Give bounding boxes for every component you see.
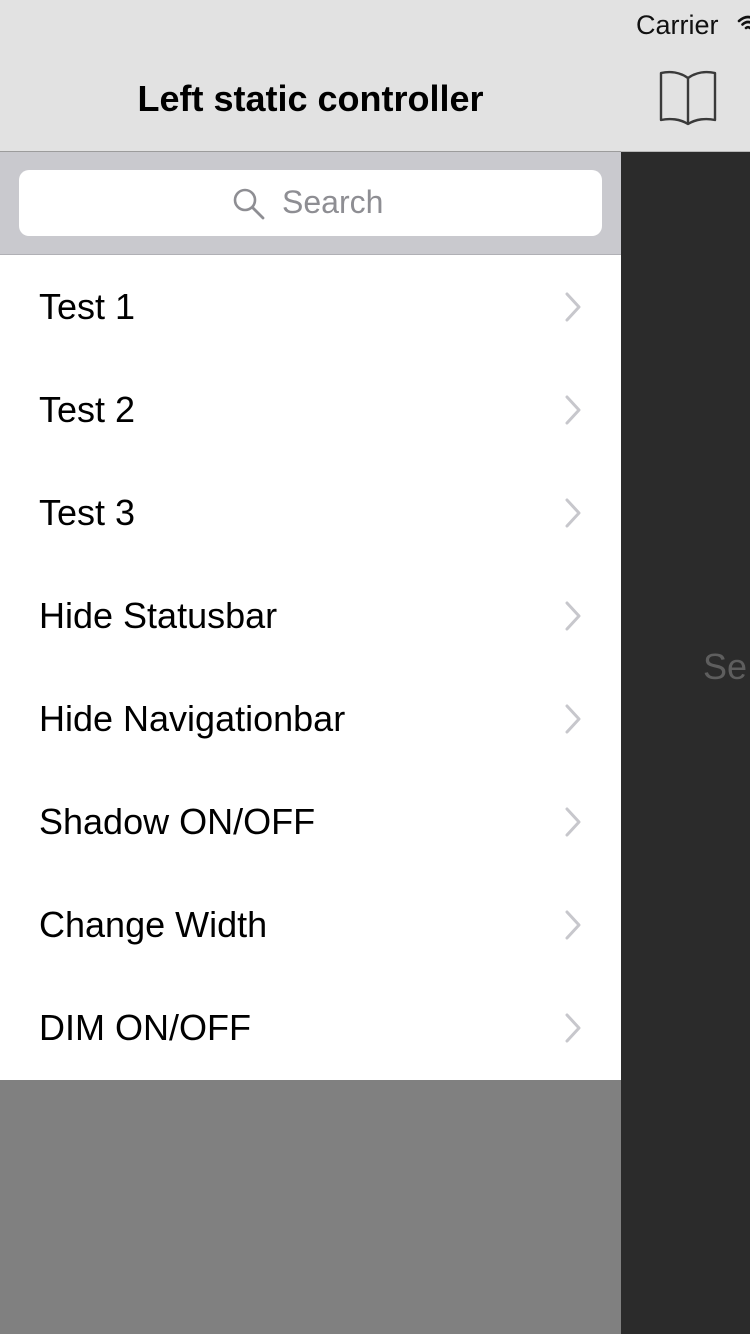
left-menu-panel: Left static controller Search Test 1 Tes… (0, 0, 621, 1334)
chevron-right-icon (565, 1013, 581, 1043)
main-navigation-bar (621, 52, 750, 152)
search-bar: Search (0, 152, 621, 255)
chevron-right-icon (565, 395, 581, 425)
menu-item-label: Change Width (39, 904, 268, 945)
chevron-right-icon (565, 498, 581, 528)
search-icon (233, 188, 265, 220)
chevron-right-icon (565, 704, 581, 734)
menu-item-test-1[interactable]: Test 1 (0, 255, 621, 358)
menu-item-label: Shadow ON/OFF (39, 801, 316, 842)
menu-item-label: Test 3 (39, 492, 136, 533)
menu-item-label: Hide Navigationbar (39, 698, 346, 739)
chevron-right-icon (565, 292, 581, 322)
menu-item-label: Test 2 (39, 389, 136, 430)
menu-item-hide-navigationbar[interactable]: Hide Navigationbar (0, 667, 621, 770)
chevron-right-icon (565, 807, 581, 837)
wifi-icon (737, 15, 750, 30)
search-input[interactable]: Search (19, 170, 602, 236)
menu-item-test-3[interactable]: Test 3 (0, 461, 621, 564)
menu-item-change-width[interactable]: Change Width (0, 873, 621, 976)
main-hint-text: Se (703, 646, 748, 687)
menu-item-test-2[interactable]: Test 2 (0, 358, 621, 461)
menu-list: Test 1 Test 2 Test 3 Hide Statusbar Hide… (0, 255, 621, 1080)
menu-item-dim-toggle[interactable]: DIM ON/OFF (0, 976, 621, 1079)
left-navigation-bar: Left static controller (0, 0, 621, 152)
menu-item-label: Test 1 (39, 286, 136, 327)
menu-item-hide-statusbar[interactable]: Hide Statusbar (0, 564, 621, 667)
main-content: Se (621, 152, 750, 1334)
search-placeholder: Search (282, 184, 384, 220)
page-title: Left static controller (137, 78, 484, 119)
status-bar: Carrier (621, 0, 750, 52)
chevron-right-icon (565, 910, 581, 940)
menu-item-label: Hide Statusbar (39, 595, 278, 636)
menu-item-shadow-toggle[interactable]: Shadow ON/OFF (0, 770, 621, 873)
chevron-right-icon (565, 601, 581, 631)
menu-item-label: DIM ON/OFF (39, 1007, 251, 1048)
carrier-label: Carrier (636, 10, 719, 40)
book-icon[interactable] (658, 68, 718, 126)
